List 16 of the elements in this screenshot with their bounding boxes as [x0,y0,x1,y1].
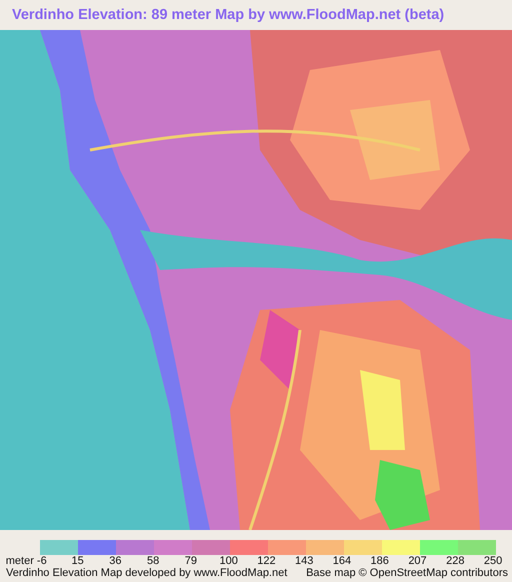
legend-label: 122 [256,556,277,567]
legend-label: 100 [218,556,239,567]
attribution-text: Base map © OpenStreetMap contributors [306,567,508,579]
legend-label: 58 [146,556,160,567]
credit-text: Verdinho Elevation Map developed by www.FloodMap.net [6,567,288,579]
legend-label: 228 [445,556,466,567]
legend-label: 36 [108,556,122,567]
legend-label: 79 [184,556,198,567]
legend-label: meter -6 [4,556,48,567]
legend-label: 164 [332,556,352,567]
legend-label: 186 [370,556,390,567]
page-title: Verdinho Elevation: 89 meter Map by www.FloodMap.net (beta) [12,7,444,23]
legend-label: 250 [482,556,504,567]
legend-label: 15 [70,556,85,567]
legend-label: 207 [407,556,428,567]
legend-label: 143 [294,556,314,567]
